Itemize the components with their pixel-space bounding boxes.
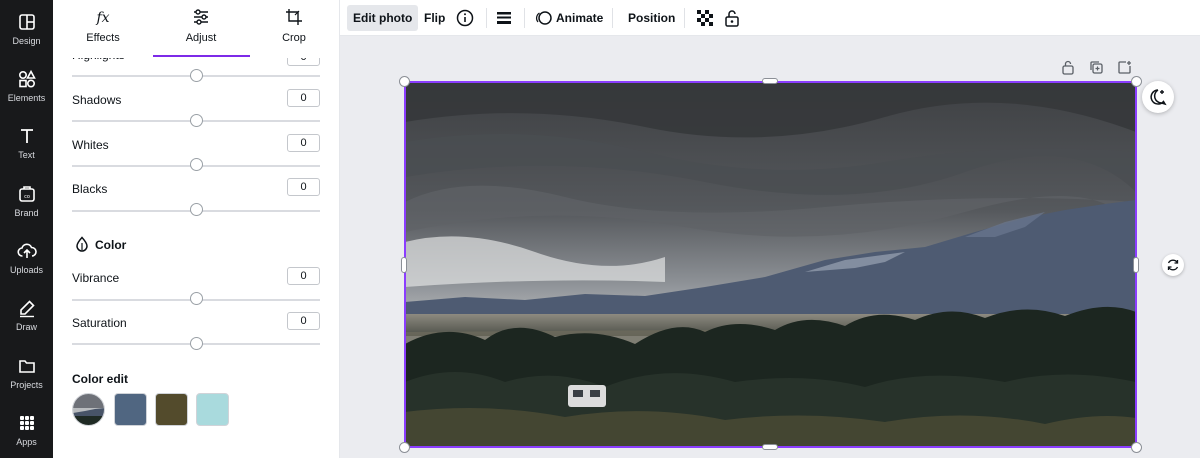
add-comment-button[interactable]	[1142, 81, 1174, 113]
tab-adjust[interactable]: Adjust	[153, 8, 249, 56]
rail-label-text: Text	[18, 150, 35, 160]
rail-label-design: Design	[12, 36, 41, 46]
resize-handle-bottom[interactable]	[762, 444, 778, 450]
blacks-input[interactable]: 0	[287, 178, 320, 196]
apps-icon	[19, 416, 34, 430]
rail-label-apps: Apps	[16, 437, 37, 447]
elements-icon	[18, 69, 36, 88]
resize-handle-right[interactable]	[1133, 257, 1139, 273]
blacks-slider-knob[interactable]	[190, 203, 203, 216]
lock-page-icon[interactable]	[1059, 58, 1077, 76]
svg-text:fx: fx	[95, 10, 109, 26]
transparency-icon[interactable]	[694, 7, 716, 29]
rail-label-projects: Projects	[10, 380, 43, 390]
saturation-label: Saturation	[72, 316, 127, 330]
blacks-label: Blacks	[72, 182, 108, 196]
tab-adjust-label: Adjust	[185, 32, 217, 44]
text-icon	[20, 129, 33, 143]
color-section-title: Color	[95, 238, 127, 252]
shadows-input[interactable]: 0	[287, 89, 320, 107]
rail-item-draw[interactable]: Draw	[0, 298, 53, 348]
resize-handle-bottom-left[interactable]	[399, 442, 410, 453]
position-button[interactable]: Position	[622, 5, 681, 31]
whites-input[interactable]: 0	[287, 134, 320, 152]
projects-icon	[18, 360, 35, 373]
rail-label-draw: Draw	[15, 322, 37, 332]
color-drop-icon	[76, 236, 88, 252]
saturation-input[interactable]: 0	[287, 312, 320, 330]
info-icon[interactable]	[454, 7, 476, 29]
color-swatch-1[interactable]	[114, 393, 147, 426]
border-style-icon[interactable]	[493, 7, 515, 29]
brand-icon: co	[18, 186, 35, 202]
resize-handle-top[interactable]	[762, 78, 778, 84]
toolbar-divider	[612, 8, 613, 28]
rail-label-uploads: Uploads	[9, 265, 44, 275]
photo-thumbnail-swatch[interactable]	[72, 393, 105, 426]
vibrance-slider-knob[interactable]	[190, 292, 203, 305]
resize-handle-left[interactable]	[401, 257, 407, 273]
rail-item-elements[interactable]: Elements	[0, 69, 53, 119]
uploads-icon	[16, 243, 37, 258]
highlights-slider-knob[interactable]	[190, 69, 203, 82]
whites-slider-knob[interactable]	[190, 158, 203, 171]
tab-effects[interactable]: fx Effects	[55, 8, 151, 56]
rail-item-design[interactable]: Design	[0, 12, 53, 62]
edit-photo-button[interactable]: Edit photo	[347, 5, 419, 31]
rail-item-projects[interactable]: Projects	[0, 356, 53, 406]
add-page-icon[interactable]	[1115, 58, 1133, 76]
rotate-button[interactable]	[1162, 254, 1184, 276]
rail-label-brand: Brand	[14, 208, 39, 218]
saturation-slider-knob[interactable]	[190, 337, 203, 350]
color-edit-title: Color edit	[72, 372, 128, 386]
selected-photo[interactable]	[405, 82, 1136, 447]
resize-handle-top-right[interactable]	[1131, 76, 1142, 87]
tab-effects-label: Effects	[86, 32, 120, 44]
rail-item-apps[interactable]: Apps	[0, 413, 53, 458]
toolbar-divider	[684, 8, 685, 28]
toolbar-divider	[524, 8, 525, 28]
rail-item-uploads[interactable]: Uploads	[0, 241, 53, 291]
design-icon	[18, 14, 35, 30]
active-tab-indicator	[153, 55, 250, 57]
shadows-label: Shadows	[72, 93, 122, 107]
animate-button[interactable]: Animate	[550, 5, 609, 31]
crop-icon	[286, 9, 302, 25]
sliders-icon	[194, 9, 208, 25]
left-rail: Design Elements Text co Brand Uploads Dr…	[0, 0, 53, 458]
toolbar-divider	[486, 8, 487, 28]
fx-icon: fx	[95, 10, 109, 26]
svg-text:co: co	[24, 194, 30, 200]
tab-crop[interactable]: Crop	[246, 8, 339, 56]
flip-button[interactable]: Flip	[418, 5, 451, 31]
color-swatch-2[interactable]	[155, 393, 188, 426]
rail-item-text[interactable]: Text	[0, 126, 53, 176]
top-toolbar: Edit photo Flip Animate Position	[340, 0, 1200, 36]
comment-plus-icon	[1150, 89, 1167, 106]
shadows-slider-knob[interactable]	[190, 114, 203, 127]
tab-crop-label: Crop	[282, 32, 306, 44]
draw-icon	[19, 300, 35, 318]
vibrance-label: Vibrance	[72, 271, 120, 285]
resize-handle-top-left[interactable]	[399, 76, 410, 87]
lock-icon[interactable]	[721, 7, 743, 29]
whites-label: Whites	[72, 138, 109, 152]
rail-item-brand[interactable]: co Brand	[0, 184, 53, 234]
panel-tabs: fx Effects Adjust Crop	[53, 0, 339, 58]
edit-photo-panel: Highlights 0 fx Effects Adjust Crop Shad…	[53, 0, 340, 458]
color-swatch-3[interactable]	[196, 393, 229, 426]
resize-handle-bottom-right[interactable]	[1131, 442, 1142, 453]
rail-label-elements: Elements	[7, 93, 46, 103]
duplicate-page-icon[interactable]	[1087, 58, 1105, 76]
rotate-icon	[1167, 259, 1179, 271]
vibrance-input[interactable]: 0	[287, 267, 320, 285]
